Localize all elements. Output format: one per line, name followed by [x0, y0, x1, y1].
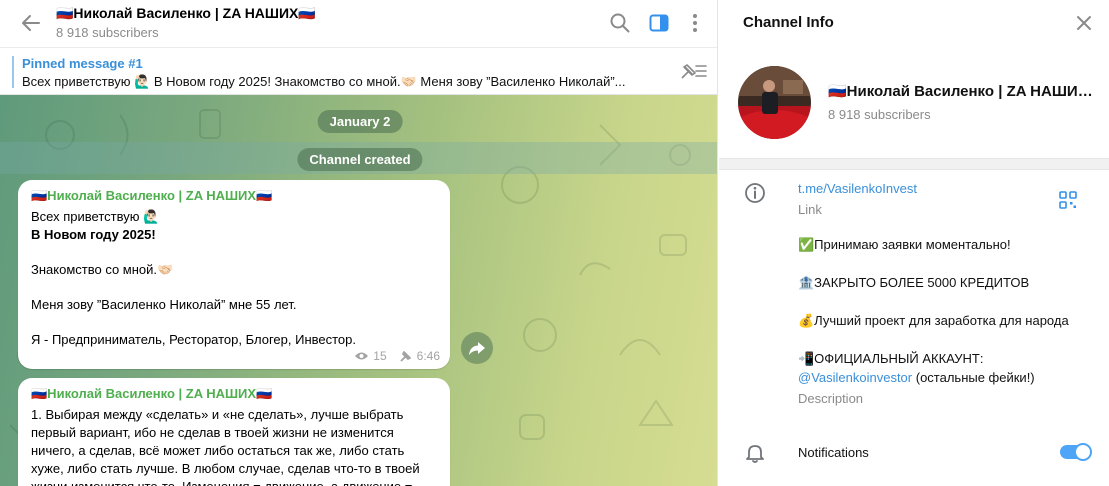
chat-header[interactable]: 🇷🇺Николай Василенко | ZA НАШИХ🇷🇺 8 918 s…: [0, 0, 717, 48]
message-line: Я - Предприниматель, Ресторатор, Блогер,…: [31, 332, 356, 347]
notifications-label[interactable]: Notifications: [798, 445, 869, 460]
link-caption: Link: [798, 202, 822, 217]
message-line: хуже, либо стать лучше. В любом случае, …: [31, 461, 420, 476]
description-caption: Description: [798, 391, 864, 406]
channel-link[interactable]: t.me/VasilenkoInvest: [798, 181, 917, 196]
close-icon[interactable]: [1073, 12, 1095, 34]
message-line: Меня зову ”Василенко Николай” мне 55 лет…: [31, 297, 297, 312]
chat-title[interactable]: 🇷🇺Николай Василенко | ZA НАШИХ🇷🇺: [56, 5, 316, 22]
notifications-toggle[interactable]: [1060, 443, 1092, 461]
chat-subscriber-count: 8 918 subscribers: [56, 25, 159, 40]
message-line: Всех приветствую 🙋🏻‍♂️: [31, 209, 160, 224]
message-author[interactable]: 🇷🇺Николай Василенко | ZA НАШИХ🇷🇺: [31, 188, 438, 204]
channel-name: 🇷🇺Николай Василенко | ZA НАШИХ🇷🇺: [828, 83, 1100, 100]
qr-code-icon[interactable]: [1059, 191, 1077, 209]
description-handle-suffix: (остальные фейки!): [912, 370, 1035, 385]
message-line: жизни изменится что-то. Изменения = движ…: [31, 478, 438, 486]
message-line: В Новом году 2025!: [31, 227, 156, 242]
description-line: 🏦ЗАКРЫТО БОЛЕЕ 5000 КРЕДИТОВ: [798, 275, 1030, 290]
message-line: первый вариант, ибо не сделав в твоей жи…: [31, 425, 394, 440]
channel-created-pill: Channel created: [297, 148, 423, 171]
bell-icon: [746, 445, 764, 463]
message-line: Знакомство со мной.🤝🏻: [31, 262, 174, 277]
avatar-image: [738, 66, 811, 139]
message-author[interactable]: 🇷🇺Николай Василенко | ZA НАШИХ🇷🇺: [31, 386, 438, 402]
channel-subscriber-count: 8 918 subscribers: [828, 107, 931, 122]
avatar[interactable]: [738, 66, 811, 139]
toggle-knob: [1074, 443, 1092, 461]
info-panel-title: Channel Info: [743, 14, 834, 31]
sidebar-toggle-icon[interactable]: [648, 12, 670, 34]
back-arrow-icon[interactable]: [20, 12, 42, 34]
pinned-title[interactable]: Pinned message #1: [22, 56, 143, 71]
description-line: 💰Лучший проект для заработка для народа: [798, 313, 1069, 328]
forward-icon: [469, 342, 485, 355]
message-bubble[interactable]: 🇷🇺Николай Василенко | ZA НАШИХ🇷🇺 Всех пр…: [18, 180, 450, 369]
channel-info-panel: Channel Info 🇷🇺Николай Василенко | ZA НА…: [719, 0, 1109, 486]
forward-button[interactable]: [461, 332, 493, 364]
message-meta: 15 6:46: [354, 349, 440, 363]
pin-icon: [400, 351, 411, 362]
info-icon: [745, 183, 765, 203]
pinned-message-bar[interactable]: Pinned message #1 Всех приветствую 🙋🏻‍♂️…: [0, 48, 717, 95]
pinned-indicator: [12, 56, 14, 88]
description-handle-line: @Vasilenkoinvestor (остальные фейки!): [798, 370, 1035, 385]
message-time: 6:46: [416, 349, 440, 363]
message-line: 1. Выбирая между «сделать» и «не сделать…: [31, 407, 404, 422]
unpin-icon[interactable]: [678, 60, 708, 82]
message-bubble[interactable]: 🇷🇺Николай Василенко | ZA НАШИХ🇷🇺 1. Выби…: [18, 378, 450, 486]
search-icon[interactable]: [609, 12, 631, 34]
chat-background: January 2 Channel created 🇷🇺Николай Васи…: [0, 95, 717, 486]
description-line: 📲ОФИЦИАЛЬНЫЙ АККАУНТ:: [798, 351, 984, 366]
pinned-text[interactable]: Всех приветствую 🙋🏻‍♂️ В Новом году 2025…: [22, 74, 662, 90]
message-line: ничего, а сделав, всё может либо остатьс…: [31, 443, 405, 458]
more-vertical-icon[interactable]: [684, 12, 706, 34]
official-account-link[interactable]: @Vasilenkoinvestor: [798, 370, 912, 385]
description-line: ✅Принимаю заявки моментально!: [798, 237, 1011, 252]
view-count: 15: [373, 349, 387, 363]
eye-icon: [355, 352, 369, 360]
section-divider: [719, 158, 1109, 170]
date-pill: January 2: [317, 110, 403, 133]
chat-panel: 🇷🇺Николай Василенко | ZA НАШИХ🇷🇺 8 918 s…: [0, 0, 718, 486]
